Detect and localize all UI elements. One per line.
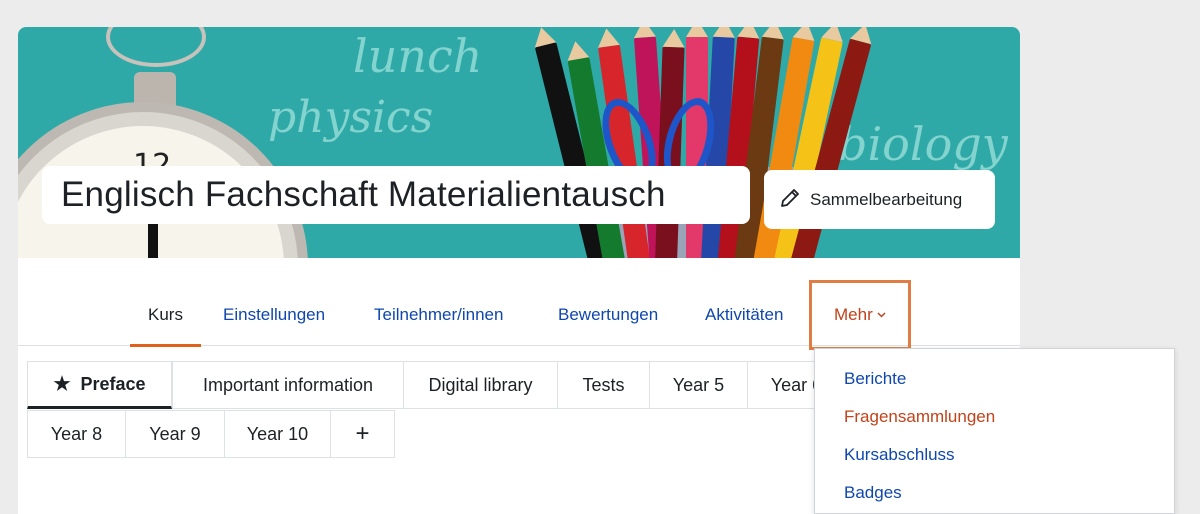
course-title-box: Englisch Fachschaft Materialientausch (42, 166, 750, 224)
chevron-down-icon (877, 310, 886, 321)
tab-tests[interactable]: Tests (557, 361, 650, 409)
nav-item-aktivitaeten[interactable]: Aktivitäten (705, 283, 783, 346)
menu-item-badges[interactable]: Badges (844, 483, 902, 503)
tab-preface[interactable]: ★ Preface (27, 361, 172, 409)
clock-ring (106, 27, 206, 67)
more-menu-label: Mehr (834, 305, 873, 324)
menu-item-berichte[interactable]: Berichte (844, 369, 906, 389)
nav-item-teilnehmer[interactable]: Teilnehmer/innen (374, 283, 503, 346)
tab-year-8[interactable]: Year 8 (27, 410, 126, 458)
chalk-physics: physics (268, 92, 434, 143)
course-banner-image: lunch physics biology 12 3 9 Englisch Fa (18, 27, 1020, 258)
tab-important-information[interactable]: Important information (172, 361, 404, 409)
star-icon: ★ (53, 373, 71, 395)
plus-icon: + (355, 420, 370, 447)
tab-year-10[interactable]: Year 10 (224, 410, 331, 458)
menu-item-kursabschluss[interactable]: Kursabschluss (844, 445, 955, 465)
tab-year-5[interactable]: Year 5 (649, 361, 748, 409)
clock-hand (148, 222, 158, 258)
nav-item-bewertungen[interactable]: Bewertungen (558, 283, 658, 346)
more-menu-highlight: Mehr (809, 280, 911, 350)
more-dropdown-menu: Berichte Fragensammlungen Kursabschluss … (814, 348, 1175, 514)
tab-label: Preface (80, 373, 146, 394)
tab-year-9[interactable]: Year 9 (125, 410, 225, 458)
bulk-edit-button[interactable]: Sammelbearbeitung (764, 170, 995, 229)
nav-item-kurs[interactable]: Kurs (130, 283, 201, 347)
chalk-biology: biology (838, 117, 1008, 171)
more-menu-button[interactable]: Mehr (834, 283, 886, 347)
tab-digital-library[interactable]: Digital library (403, 361, 558, 409)
menu-item-fragensammlungen[interactable]: Fragensammlungen (844, 407, 995, 427)
nav-item-einstellungen[interactable]: Einstellungen (223, 283, 325, 346)
add-tab-button[interactable]: + (330, 410, 395, 458)
pencil-icon (778, 186, 802, 214)
bulk-edit-label: Sammelbearbeitung (810, 189, 963, 209)
chalk-lunch: lunch (353, 29, 483, 83)
course-title: Englisch Fachschaft Materialientausch (61, 175, 666, 214)
